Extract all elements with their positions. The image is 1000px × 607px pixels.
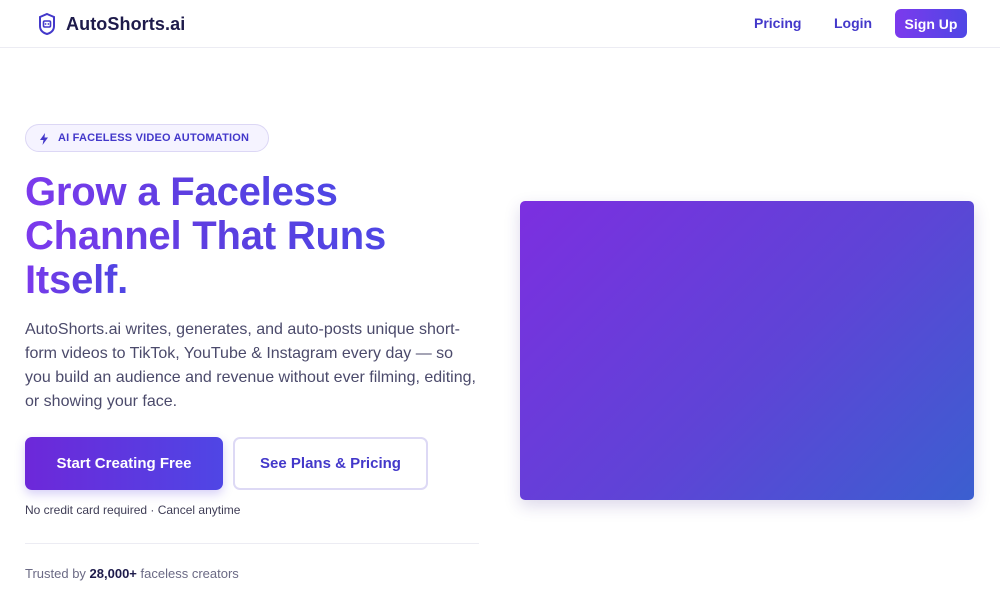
badge-label: AI FACELESS VIDEO AUTOMATION [58,132,250,144]
hero-headline: Grow a Faceless Channel That Runs Itself… [25,170,485,302]
start-creating-button[interactable]: Start Creating Free [25,437,223,490]
signup-button[interactable]: Sign Up [895,9,967,38]
robot-face-icon [37,11,57,37]
headline-line: Itself. [25,258,129,302]
trust-prefix: Trusted by [25,566,90,581]
nav-pricing-link[interactable]: Pricing [754,15,801,31]
feature-badge: AI FACELESS VIDEO AUTOMATION [25,124,269,152]
creator-count: 28,000+ [89,566,137,581]
divider [25,543,479,544]
brand-name: AutoShorts.ai [66,13,186,34]
brand-logo[interactable]: AutoShorts.ai [37,11,185,37]
headline-line: Channel That Runs [25,214,387,258]
nav-login-link[interactable]: Login [834,15,872,31]
lightning-icon [39,132,49,145]
hero-video-preview[interactable] [520,201,974,500]
headline-line: Grow a Faceless [25,170,338,214]
top-navbar: AutoShorts.ai Pricing Login Sign Up [0,0,1000,48]
signup-note: No credit card required · Cancel anytime [25,503,241,517]
see-plans-button[interactable]: See Plans & Pricing [233,437,428,490]
hero-description: AutoShorts.ai writes, generates, and aut… [25,321,476,410]
trust-statement: Trusted by 28,000+ faceless creators [25,566,239,581]
trust-suffix: faceless creators [136,566,239,581]
